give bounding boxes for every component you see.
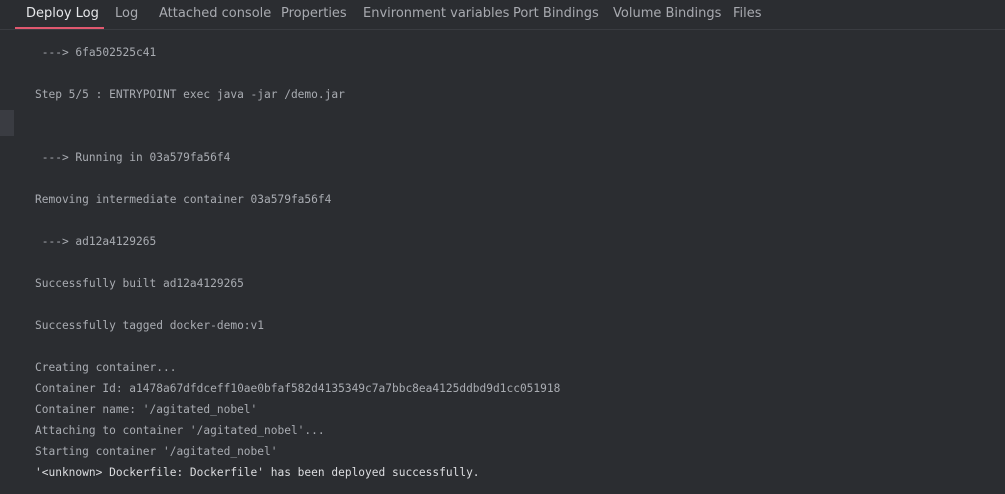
log-line: Container Id: a1478a67dfdceff10ae0bfaf58… — [35, 382, 561, 395]
log-line: Successfully tagged docker-demo:v1 — [35, 319, 265, 332]
log-line: ---> 6fa502525c41 — [35, 46, 157, 59]
active-tab-indicator — [15, 27, 104, 29]
tab-attached-console[interactable]: Attached console — [159, 0, 271, 30]
tab-port-bindings[interactable]: Port Bindings — [513, 0, 599, 30]
tab-log[interactable]: Log — [115, 0, 138, 30]
tab-properties[interactable]: Properties — [281, 0, 347, 30]
log-line: ---> Running in 03a579fa56f4 — [35, 151, 231, 164]
log-line-success: '<unknown> Dockerfile: Dockerfile' has b… — [35, 466, 480, 479]
log-line: Successfully built ad12a4129265 — [35, 277, 244, 290]
tab-bar: Deploy Log Log Attached console Properti… — [0, 0, 1005, 30]
tab-deploy-log[interactable]: Deploy Log — [26, 0, 99, 30]
log-line: Removing intermediate container 03a579fa… — [35, 193, 332, 206]
tab-files[interactable]: Files — [733, 0, 762, 30]
log-line: Container name: '/agitated_nobel' — [35, 403, 258, 416]
log-line: Creating container... — [35, 361, 177, 374]
tab-environment-variables[interactable]: Environment variables — [363, 0, 509, 30]
log-line: Starting container '/agitated_nobel' — [35, 445, 278, 458]
tab-volume-bindings[interactable]: Volume Bindings — [613, 0, 721, 30]
deploy-log-output[interactable]: ---> 6fa502525c41 Step 5/5 : ENTRYPOINT … — [0, 30, 1005, 494]
log-line: Step 5/5 : ENTRYPOINT exec java -jar /de… — [35, 88, 345, 101]
log-line: ---> ad12a4129265 — [35, 235, 157, 248]
log-line: Attaching to container '/agitated_nobel'… — [35, 424, 325, 437]
